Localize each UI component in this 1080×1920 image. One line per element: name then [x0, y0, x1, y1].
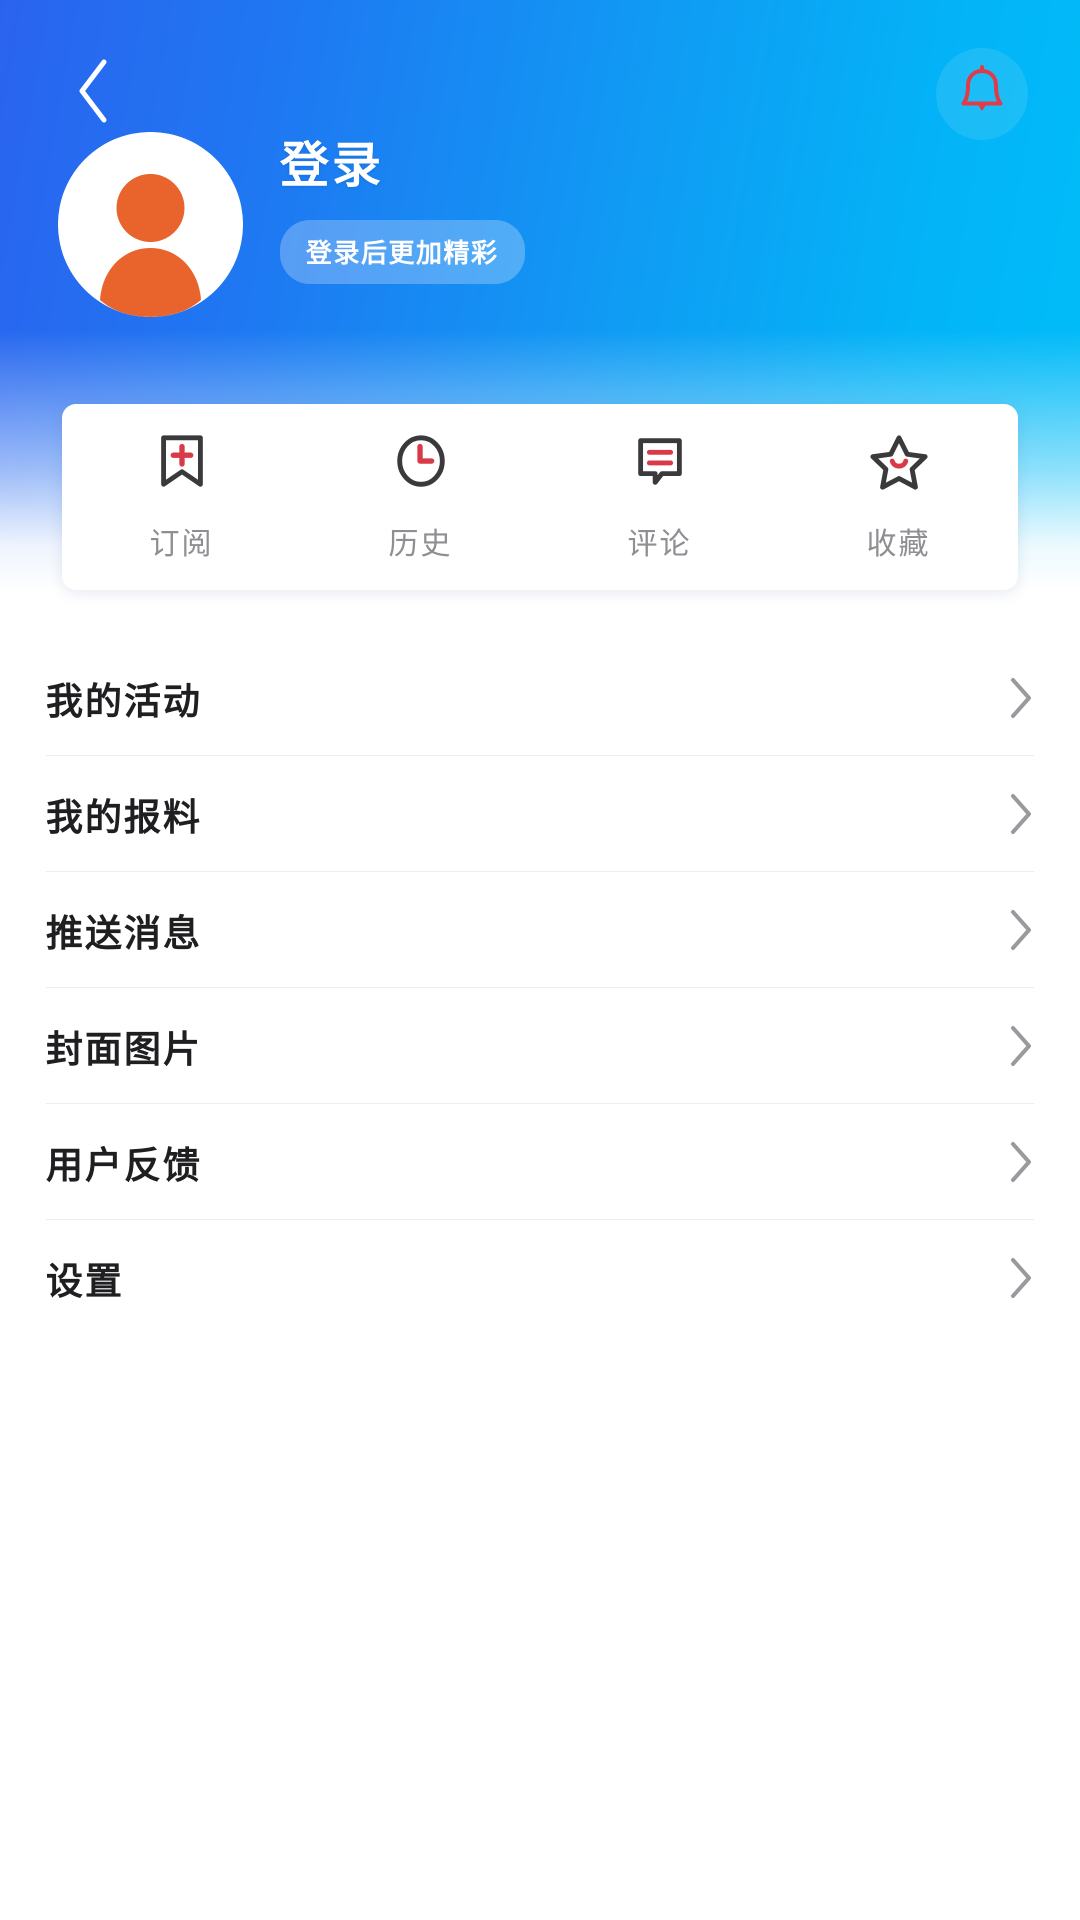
menu-item-push-messages[interactable]: 推送消息: [46, 872, 1034, 988]
quick-action-history[interactable]: 历史: [301, 404, 540, 590]
menu-item-label: 我的报料: [46, 797, 202, 838]
quick-action-label: 收藏: [866, 528, 931, 561]
comment-bubble-icon: [637, 438, 682, 485]
top-bar: [0, 0, 1080, 140]
chevron-left-icon: [72, 56, 114, 131]
login-title[interactable]: 登录: [280, 139, 525, 194]
star-smile-icon: [869, 435, 928, 490]
notification-button[interactable]: [936, 48, 1028, 140]
menu-item-label: 封面图片: [46, 1029, 202, 1070]
back-button[interactable]: [48, 48, 138, 138]
quick-action-label: 订阅: [149, 528, 214, 561]
menu-item-label: 推送消息: [46, 913, 202, 954]
menu-item-my-reports[interactable]: 我的报料: [46, 756, 1034, 872]
quick-action-favorites[interactable]: 收藏: [779, 404, 1018, 590]
user-avatar-placeholder: [58, 132, 243, 317]
chevron-right-icon: [1011, 1026, 1031, 1066]
profile-text-group: 登录 登录后更加精彩: [280, 139, 525, 284]
avatar[interactable]: [58, 132, 243, 317]
menu-item-cover-image[interactable]: 封面图片: [46, 988, 1034, 1104]
chevron-right-icon: [1011, 1142, 1031, 1182]
clock-icon: [396, 435, 445, 487]
chevron-right-icon: [1011, 678, 1031, 718]
quick-action-comments[interactable]: 评论: [540, 404, 779, 590]
chevron-right-icon: [1011, 910, 1031, 950]
menu-item-label: 设置: [46, 1261, 124, 1302]
menu-list: 我的活动 我的报料 推送消息 封面图片 用户反馈 设置: [0, 640, 1080, 1336]
quick-action-subscribe[interactable]: 订阅: [62, 404, 301, 590]
menu-item-settings[interactable]: 设置: [46, 1220, 1034, 1336]
bookmark-plus-icon: [160, 435, 203, 487]
quick-actions-card: 订阅 历史 评论 收藏: [62, 404, 1018, 590]
menu-item-my-activity[interactable]: 我的活动: [46, 640, 1034, 756]
profile-screen: 登录 登录后更加精彩 订阅 历史 评论 收藏 我的活动 我的报料 推送消息 封面…: [0, 0, 1080, 1920]
quick-action-label: 评论: [627, 528, 692, 561]
login-badge[interactable]: 登录后更加精彩: [280, 219, 525, 284]
menu-item-label: 用户反馈: [46, 1145, 202, 1186]
chevron-right-icon: [1011, 1258, 1031, 1298]
quick-action-label: 历史: [388, 528, 453, 561]
profile-block: 登录 登录后更加精彩: [0, 132, 1080, 317]
menu-item-user-feedback[interactable]: 用户反馈: [46, 1104, 1034, 1220]
menu-item-label: 我的活动: [46, 681, 202, 722]
bell-icon: [955, 64, 1009, 125]
chevron-right-icon: [1011, 794, 1031, 834]
